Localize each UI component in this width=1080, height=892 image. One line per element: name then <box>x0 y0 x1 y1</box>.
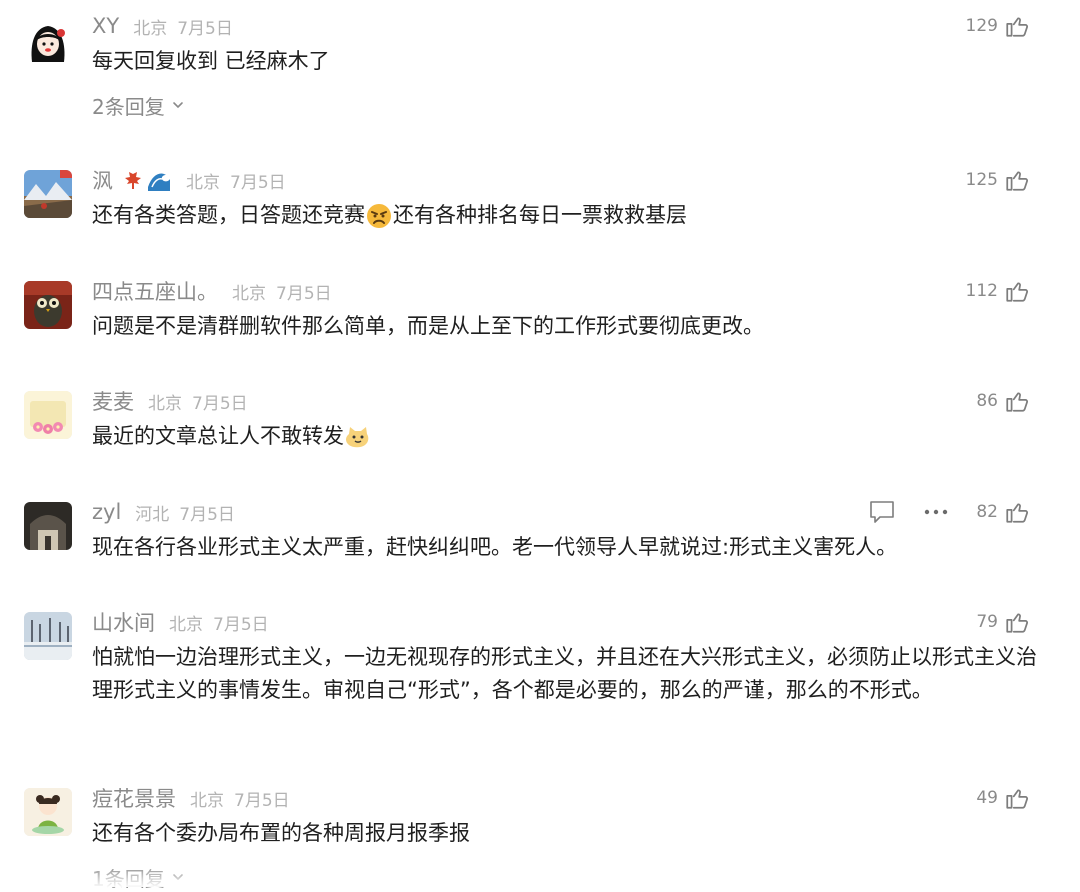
like-button[interactable]: 125 <box>966 166 1030 194</box>
comment-meta: zyl 河北 7月5日 <box>92 498 235 526</box>
date: 7月5日 <box>234 790 290 811</box>
avatar[interactable] <box>24 170 72 218</box>
thumbs-up-icon <box>1004 278 1030 304</box>
comment-bubble-icon <box>870 501 894 523</box>
bottom-fade <box>0 865 1080 887</box>
avatar[interactable] <box>24 281 72 329</box>
like-button[interactable]: 129 <box>966 12 1030 40</box>
like-button[interactable]: 49 <box>976 784 1030 812</box>
avatar[interactable] <box>24 788 72 836</box>
location: 河北 <box>135 504 170 525</box>
mountain-photo-avatar-icon <box>24 170 72 218</box>
location: 北京 <box>169 614 203 635</box>
comment-text: 问题是不是清群删软件那么简单，而是从上至下的工作形式要彻底更改。 <box>92 314 764 338</box>
comment-meta: XY 北京 7月5日 <box>92 12 233 40</box>
avatar[interactable] <box>24 18 72 66</box>
reply-button[interactable] <box>868 498 896 526</box>
date: 7月5日 <box>276 283 332 304</box>
comment-text-part: 最近的文章总让人不敢转发 <box>92 424 344 448</box>
thumbs-up-icon <box>1004 167 1030 193</box>
thumbs-up-icon <box>1004 388 1030 414</box>
building-photo-avatar-icon <box>24 502 72 550</box>
username[interactable]: 痘花景景 <box>92 783 176 813</box>
location: 北京 <box>133 18 168 39</box>
flowers-avatar-icon <box>24 391 72 439</box>
wave-icon <box>146 167 172 193</box>
expand-replies-button[interactable]: 2条回复 <box>92 90 185 120</box>
comment-meta: 四点五座山。 北京 7月5日 <box>92 277 332 305</box>
reply-count: 2条回复 <box>92 94 165 119</box>
cat-face-icon <box>345 424 371 450</box>
comment-text: 还有各类答题，日答题还竞赛 还有各种排名每日一票救救基层 <box>92 199 1037 232</box>
like-count: 112 <box>965 281 998 301</box>
like-button[interactable]: 112 <box>966 277 1030 305</box>
winter-trees-avatar-icon <box>24 612 72 660</box>
username[interactable]: 四点五座山。 <box>92 276 218 306</box>
comment-meta: 沨 北京 7月5日 <box>92 166 286 194</box>
like-button[interactable]: 79 <box>976 608 1030 636</box>
avatar[interactable] <box>24 612 72 660</box>
username[interactable]: 沨 <box>92 165 113 195</box>
comment-meta: 麦麦 北京 7月5日 <box>92 387 248 415</box>
comment-meta: 痘花景景 北京 7月5日 <box>92 784 290 812</box>
location: 北京 <box>186 172 220 193</box>
username[interactable]: XY <box>92 14 119 38</box>
like-count: 49 <box>976 788 998 808</box>
comment-text: 每天回复收到 已经麻木了 <box>92 49 330 73</box>
comment-text: 现在各行各业形式主义太严重，赶快纠纠吧。老一代领导人早就说过:形式主义害死人。 <box>92 535 898 559</box>
chevron-down-icon <box>172 102 183 109</box>
location: 北京 <box>232 283 266 304</box>
date: 7月5日 <box>179 504 235 525</box>
comment-text: 还有各个委办局布置的各种周报月报季报 <box>92 821 470 845</box>
owl-figure-avatar-icon <box>24 281 72 329</box>
comment-text-part: 还有各种排名每日一票救救基层 <box>393 203 687 227</box>
avatar[interactable] <box>24 502 72 550</box>
comment-text: 最近的文章总让人不敢转发 <box>92 420 1037 453</box>
username[interactable]: 山水间 <box>92 607 155 637</box>
like-button[interactable]: 86 <box>976 387 1030 415</box>
like-count: 82 <box>976 502 998 522</box>
like-count: 79 <box>976 612 998 632</box>
thumbs-up-icon <box>1004 499 1030 525</box>
maple-leaf-icon <box>118 167 144 193</box>
username[interactable]: 麦麦 <box>92 386 134 416</box>
like-count: 129 <box>965 16 998 36</box>
like-button[interactable]: 82 <box>976 498 1030 526</box>
like-count: 125 <box>965 170 998 190</box>
cartoon-character-avatar-icon <box>24 788 72 836</box>
date: 7月5日 <box>177 18 233 39</box>
comment-meta: 山水间 北京 7月5日 <box>92 608 269 636</box>
date: 7月5日 <box>230 172 286 193</box>
avatar[interactable] <box>24 391 72 439</box>
thumbs-up-icon <box>1004 785 1030 811</box>
username[interactable]: zyl <box>92 500 121 524</box>
comment-text-part: 还有各类答题，日答题还竞赛 <box>92 203 365 227</box>
date: 7月5日 <box>213 614 269 635</box>
angry-face-icon <box>366 203 392 229</box>
like-count: 86 <box>976 391 998 411</box>
date: 7月5日 <box>192 393 248 414</box>
ellipsis-icon <box>924 509 948 515</box>
more-options-button[interactable] <box>922 498 950 526</box>
location: 北京 <box>148 393 182 414</box>
thumbs-up-icon <box>1004 609 1030 635</box>
cartoon-girl-avatar-icon <box>24 18 72 66</box>
comment-text: 怕就怕一边治理形式主义，一边无视现存的形式主义，并且还在大兴形式主义，必须防止以… <box>92 645 1037 702</box>
location: 北京 <box>190 790 224 811</box>
thumbs-up-icon <box>1004 13 1030 39</box>
